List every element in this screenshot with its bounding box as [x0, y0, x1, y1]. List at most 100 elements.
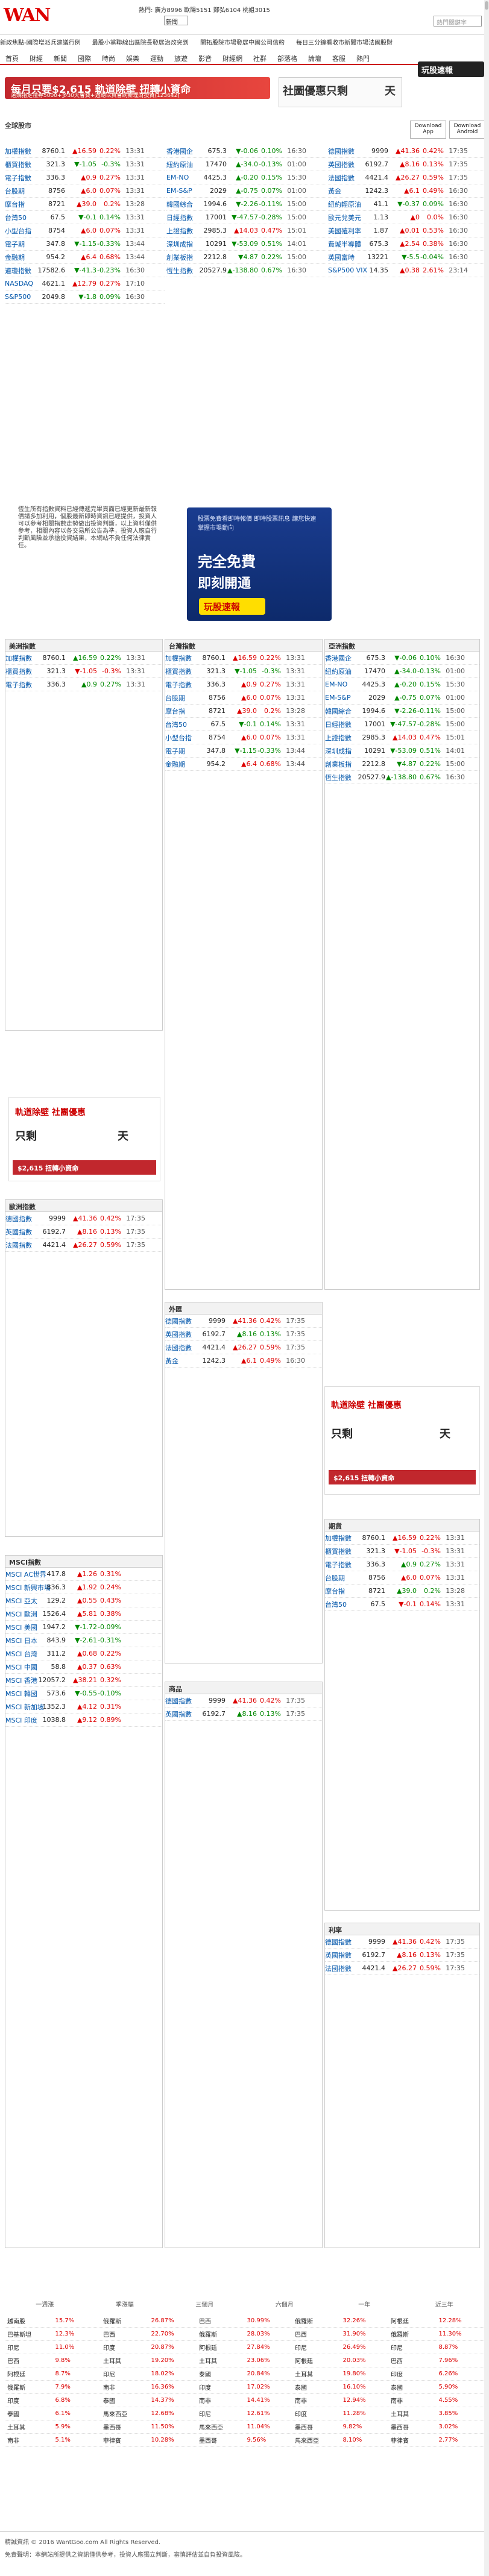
- nav-item[interactable]: 新聞: [48, 52, 72, 64]
- quote-name[interactable]: 電子期: [165, 746, 197, 756]
- quote-name[interactable]: 德國指數: [325, 1937, 356, 1947]
- quote-name[interactable]: 摩台指: [5, 199, 36, 209]
- quote-name[interactable]: 德國指數: [165, 1696, 197, 1706]
- quote-name[interactable]: 台灣50: [325, 1600, 356, 1609]
- ranking-country[interactable]: 墨西哥: [197, 2436, 245, 2445]
- quote-row[interactable]: 台股期 8756 ▲6.0 0.07% 13:31: [165, 691, 322, 705]
- quote-name[interactable]: MSCI 新興市場: [5, 1583, 51, 1592]
- quote-name[interactable]: 英國指數: [5, 1227, 37, 1237]
- quote-row[interactable]: 紐約原油 17470 ▲-34.0 -0.13% 01:00: [325, 665, 479, 678]
- ranking-country[interactable]: 印尼: [197, 2409, 245, 2418]
- quote-row[interactable]: 日經指數 17001 ▼-47.57 -0.28% 15:00: [325, 718, 479, 731]
- quote-row[interactable]: 道瓊指數 17582.6 ▼-41.3 -0.23% 16:30: [5, 264, 165, 277]
- quote-row[interactable]: 摩台指 8721 ▲39.0 0.2% 13:28: [165, 705, 322, 718]
- quote-row[interactable]: 櫃買指數 321.3 ▼-1.05 -0.3% 13:31: [325, 1545, 479, 1558]
- ranking-country[interactable]: 土耳其: [5, 2422, 53, 2431]
- quote-row[interactable]: 電子指數 336.3 ▲0.9 0.27% 13:31: [5, 171, 165, 184]
- quote-name[interactable]: 電子期: [5, 239, 36, 249]
- quote-name[interactable]: 加權指數: [5, 653, 37, 663]
- quote-name[interactable]: MSCI AC世界: [5, 1569, 46, 1579]
- quote-name[interactable]: MSCI 中國: [5, 1662, 37, 1672]
- nav-item[interactable]: 首頁: [0, 52, 24, 64]
- quote-name[interactable]: S&P500 VIX: [328, 266, 367, 274]
- ranking-country[interactable]: 巴基斯坦: [5, 2329, 53, 2339]
- quote-name[interactable]: 法國指數: [165, 1343, 197, 1352]
- quote-row[interactable]: 德國指數 9999 ▲41.36 0.42% 17:35: [165, 1694, 322, 1707]
- quote-row[interactable]: 紐約輕原油 41.1 ▼-0.37 0.09% 16:30: [328, 198, 484, 211]
- quote-row[interactable]: 深圳成指 10291 ▼-53.09 0.51% 14:01: [166, 237, 326, 251]
- quote-row[interactable]: 摩台指 8721 ▲39.0 0.2% 13:28: [5, 198, 165, 211]
- ranking-country[interactable]: 南非: [101, 2383, 149, 2392]
- nav-item[interactable]: 客服: [327, 52, 351, 64]
- ranking-country[interactable]: 土耳其: [388, 2409, 437, 2418]
- quote-name[interactable]: MSCI 印度: [5, 1715, 37, 1725]
- nav-item[interactable]: 娛樂: [121, 52, 145, 64]
- ranking-country[interactable]: 俄羅斯: [5, 2383, 53, 2392]
- quote-row[interactable]: 櫃買指數 321.3 ▼-1.05 -0.3% 13:31: [5, 665, 162, 678]
- quote-name[interactable]: EM-NO: [325, 680, 356, 688]
- quote-row[interactable]: 台灣50 67.5 ▼-0.1 0.14% 13:31: [165, 718, 322, 731]
- quote-row[interactable]: 台灣50 67.5 ▼-0.1 0.14% 13:31: [5, 211, 165, 224]
- nav-item[interactable]: 論壇: [303, 52, 327, 64]
- quote-row[interactable]: 台股期 8756 ▲6.0 0.07% 13:31: [5, 184, 165, 198]
- quote-row[interactable]: MSCI 美國 1947.2 ▼-1.72 -0.09%: [5, 1621, 162, 1634]
- ranking-country[interactable]: 墨西哥: [388, 2422, 437, 2431]
- news-link[interactable]: 新政焦點-國際增派兵建議行例: [0, 40, 81, 46]
- quote-name[interactable]: 創業板指: [166, 253, 198, 262]
- quote-row[interactable]: 上證指數 2985.3 ▲14.03 0.47% 15:01: [325, 731, 479, 744]
- quote-row[interactable]: EM-S&P 2029 ▲-0.75 0.07% 01:00: [166, 184, 326, 198]
- ranking-country[interactable]: 南非: [197, 2396, 245, 2405]
- quote-name[interactable]: 創業板指: [325, 759, 356, 769]
- quote-row[interactable]: 台股期 8756 ▲6.0 0.07% 13:31: [325, 1571, 479, 1585]
- quote-row[interactable]: 美國殖利率 1.87 ▲0.01 0.53% 16:30: [328, 224, 484, 237]
- quote-name[interactable]: MSCI 香港: [5, 1676, 37, 1685]
- quote-row[interactable]: 恆生指數 20527.9 ▲-138.80 0.67% 16:30: [166, 264, 326, 277]
- quote-row[interactable]: 英國指數 6192.7 ▲8.16 0.13% 17:35: [5, 1225, 162, 1239]
- quote-name[interactable]: EM-S&P: [325, 694, 356, 702]
- social-promo-card[interactable]: 軌道除壁 社團優惠 只剩 天 $2,615 扭轉小資命: [8, 1097, 160, 1181]
- quote-row[interactable]: MSCI 香港 12057.2 ▲38.21 0.32%: [5, 1674, 162, 1687]
- ranking-country[interactable]: 巴西: [101, 2329, 149, 2339]
- ranking-country[interactable]: 印度: [5, 2396, 53, 2405]
- quote-name[interactable]: 台股期: [5, 186, 36, 196]
- quote-name[interactable]: 紐約原油: [166, 160, 198, 169]
- quote-name[interactable]: 電子指數: [5, 173, 36, 183]
- ranking-country[interactable]: 南非: [388, 2396, 437, 2405]
- quote-name[interactable]: MSCI 日本: [5, 1636, 37, 1645]
- nav-item[interactable]: 國際: [72, 52, 96, 64]
- quote-name[interactable]: 法國指數: [328, 173, 359, 183]
- quote-name[interactable]: 台股期: [165, 693, 197, 703]
- quote-name[interactable]: 法國指數: [325, 1964, 356, 1973]
- ranking-header-cell[interactable]: 一週漲: [5, 2299, 85, 2311]
- quote-row[interactable]: MSCI 亞太 129.2 ▲0.55 0.43%: [5, 1594, 162, 1607]
- search-category-select[interactable]: 新聞: [164, 16, 188, 26]
- quote-row[interactable]: MSCI 中國 58.8 ▲0.37 0.63%: [5, 1660, 162, 1674]
- quote-name[interactable]: EM-NO: [166, 174, 198, 181]
- quote-row[interactable]: 創業板指 2212.8 ▼4.87 0.22% 15:00: [166, 251, 326, 264]
- quote-name[interactable]: MSCI 台灣: [5, 1649, 37, 1659]
- ranking-country[interactable]: 阿根廷: [292, 2356, 341, 2365]
- quote-row[interactable]: S&P500 2049.8 ▼-1.8 0.09% 16:30: [5, 291, 165, 304]
- quick-quote-banner[interactable]: 玩股速報: [418, 61, 484, 77]
- quote-row[interactable]: 電子期 347.8 ▼-1.15 -0.33% 13:44: [165, 744, 322, 758]
- quote-name[interactable]: 紐約輕原油: [328, 199, 361, 209]
- hot-keywords[interactable]: 熱門: 廣方8996 歐陽5151 鄭弘6104 桃姐3015: [139, 5, 270, 14]
- quote-row[interactable]: 小型台指 8754 ▲6.0 0.07% 13:31: [165, 731, 322, 744]
- quote-row[interactable]: MSCI 歐洲 1526.4 ▲5.81 0.38%: [5, 1607, 162, 1621]
- quote-row[interactable]: 恆生指數 20527.9 ▲-138.80 0.67% 16:30: [325, 771, 479, 784]
- ranking-country[interactable]: 俄羅斯: [197, 2329, 245, 2339]
- scrollbar-thumb[interactable]: [485, 1, 488, 10]
- quote-name[interactable]: MSCI 韓國: [5, 1689, 37, 1698]
- quote-name[interactable]: 台股期: [325, 1573, 356, 1583]
- ranking-header-cell[interactable]: 季漲幅: [85, 2299, 165, 2311]
- ranking-country[interactable]: 菲律賓: [388, 2436, 437, 2445]
- news-link[interactable]: 開拓股院市場發展中國公司信約: [200, 40, 285, 46]
- ranking-country[interactable]: 南非: [5, 2436, 53, 2445]
- ranking-country[interactable]: 印尼: [5, 2343, 53, 2352]
- quote-name[interactable]: 韓國綜合: [325, 706, 356, 716]
- quote-name[interactable]: 小型台指: [5, 226, 36, 236]
- quote-row[interactable]: 法國指數 4421.4 ▲26.27 0.59% 17:35: [328, 171, 484, 184]
- quote-name[interactable]: 紐約原油: [325, 667, 356, 676]
- ranking-country[interactable]: 印尼: [101, 2369, 149, 2378]
- quote-row[interactable]: 日經指數 17001 ▼-47.57 -0.28% 15:00: [166, 211, 326, 224]
